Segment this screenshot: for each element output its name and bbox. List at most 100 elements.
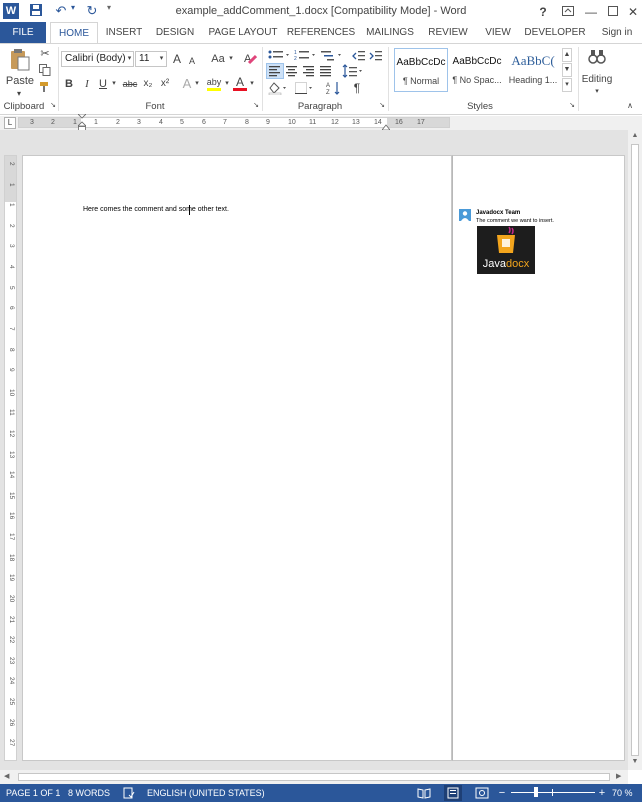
show-hide-marks-button[interactable]: ¶ xyxy=(350,80,364,96)
increase-indent-icon[interactable] xyxy=(369,49,383,63)
tab-design[interactable]: DESIGN xyxy=(150,22,200,44)
tab-insert[interactable]: INSERT xyxy=(100,22,148,44)
scroll-down-icon[interactable]: ▼ xyxy=(631,758,639,765)
right-indent-marker[interactable] xyxy=(381,121,391,131)
text-effects-dropdown-icon[interactable]: ▾ xyxy=(193,76,201,92)
vertical-scroll-thumb[interactable] xyxy=(631,144,639,756)
line-spacing-icon[interactable] xyxy=(342,64,364,78)
justify-icon[interactable] xyxy=(318,64,334,78)
ruler-number: 16 xyxy=(8,512,15,520)
restore-button[interactable] xyxy=(602,2,624,22)
tab-home[interactable]: HOME xyxy=(50,22,98,44)
format-painter-icon[interactable] xyxy=(38,81,52,97)
underline-dropdown-icon[interactable]: ▾ xyxy=(110,76,118,92)
scroll-left-icon[interactable]: ◀ xyxy=(4,772,12,780)
horizontal-scrollbar[interactable]: ◀ ▶ xyxy=(0,770,628,784)
subscript-button[interactable]: x₂ xyxy=(141,76,155,92)
numbering-icon[interactable]: 12 xyxy=(294,49,318,63)
highlight-dropdown-icon[interactable]: ▾ xyxy=(223,76,231,92)
print-layout-icon[interactable] xyxy=(444,785,462,801)
style-name: Heading 1... xyxy=(508,75,558,85)
ruler-number: 27 xyxy=(8,739,15,747)
horizontal-scroll-thumb[interactable] xyxy=(18,773,610,781)
text-effects-icon[interactable]: A xyxy=(181,76,193,92)
sign-in-link[interactable]: Sign in xyxy=(594,22,640,44)
paragraph-launcher-icon[interactable]: ↘ xyxy=(378,101,386,111)
tab-mailings[interactable]: MAILINGS xyxy=(362,22,418,44)
underline-button[interactable]: U xyxy=(97,76,109,92)
align-right-icon[interactable] xyxy=(301,64,317,78)
tab-selector-icon[interactable]: L xyxy=(4,117,16,129)
read-mode-icon[interactable] xyxy=(417,787,431,799)
grow-font-icon[interactable]: A xyxy=(171,51,183,67)
vertical-ruler[interactable]: 2 1 1 2 3 4 5 6 7 8 9 10 11 12 13 14 15 16 17 18 19 20 21 22 23 2… xyxy=(4,155,17,761)
shading-icon[interactable] xyxy=(268,81,290,96)
tab-developer[interactable]: DEVELOPER xyxy=(524,22,586,44)
copy-icon[interactable] xyxy=(38,64,52,80)
find-binoculars-icon[interactable] xyxy=(587,47,607,67)
paste-dropdown-icon[interactable]: ▾ xyxy=(14,86,24,102)
clipboard-launcher-icon[interactable]: ↘ xyxy=(49,101,57,111)
page-indicator[interactable]: PAGE 1 OF 1 xyxy=(6,784,60,802)
ruler-number: 4 xyxy=(8,265,15,269)
ruler-number: 11 xyxy=(309,119,317,126)
shrink-font-icon[interactable]: A xyxy=(187,53,197,69)
word-count[interactable]: 8 WORDS xyxy=(68,784,110,802)
paste-icon[interactable] xyxy=(9,48,31,72)
tab-view[interactable]: VIEW xyxy=(478,22,518,44)
style-normal[interactable]: AaBbCcDc ¶ Normal xyxy=(394,48,448,92)
strikethrough-button[interactable]: abc xyxy=(121,76,139,92)
font-size-dropdown-icon[interactable]: ▾ xyxy=(157,51,166,67)
styles-scroll-up-icon[interactable]: ▲ xyxy=(562,48,572,62)
scroll-right-icon[interactable]: ▶ xyxy=(616,772,624,780)
editing-dropdown-icon[interactable]: ▾ xyxy=(592,84,602,100)
zoom-out-button[interactable]: − xyxy=(497,784,507,802)
bold-button[interactable]: B xyxy=(63,76,75,92)
scroll-up-icon[interactable]: ▲ xyxy=(631,132,639,139)
font-name-combo[interactable]: Calibri (Body) xyxy=(61,51,134,67)
styles-launcher-icon[interactable]: ↘ xyxy=(568,101,576,111)
style-heading-1[interactable]: AaBbC( Heading 1... xyxy=(506,48,560,92)
document-page[interactable] xyxy=(22,155,452,761)
minimize-button[interactable]: — xyxy=(580,2,602,22)
zoom-in-button[interactable]: + xyxy=(597,784,607,802)
language-indicator[interactable]: ENGLISH (UNITED STATES) xyxy=(147,784,265,802)
style-no-spacing[interactable]: AaBbCcDc ¶ No Spac... xyxy=(450,48,504,92)
tab-review[interactable]: REVIEW xyxy=(424,22,472,44)
tab-page-layout[interactable]: PAGE LAYOUT xyxy=(205,22,281,44)
multilevel-list-icon[interactable] xyxy=(320,49,344,63)
ruler-number: 25 xyxy=(8,698,15,706)
styles-more-icon[interactable]: ▾ xyxy=(562,78,572,92)
superscript-button[interactable]: x² xyxy=(158,76,172,92)
vertical-scrollbar[interactable]: ▲ ▼ xyxy=(628,130,642,770)
tab-file[interactable]: FILE xyxy=(0,22,46,44)
change-case-icon[interactable]: Aa xyxy=(209,51,227,67)
web-layout-icon[interactable] xyxy=(475,787,489,799)
align-center-icon[interactable] xyxy=(284,64,300,78)
ribbon-display-options-icon[interactable] xyxy=(557,2,579,22)
comment-author-avatar xyxy=(459,209,471,221)
document-body-text[interactable]: Here comes the comment and some other te… xyxy=(83,206,229,213)
borders-icon[interactable] xyxy=(294,81,316,95)
collapse-ribbon-icon[interactable]: ∧ xyxy=(624,101,636,111)
zoom-slider-track[interactable] xyxy=(511,787,595,797)
bullets-icon[interactable] xyxy=(268,49,292,63)
font-name-dropdown-icon[interactable]: ▾ xyxy=(125,51,134,67)
decrease-indent-icon[interactable] xyxy=(352,49,366,63)
zoom-level[interactable]: 70 % xyxy=(612,784,633,802)
italic-button[interactable]: I xyxy=(81,76,93,92)
styles-scroll-down-icon[interactable]: ▼ xyxy=(562,63,572,77)
cut-icon[interactable]: ✂ xyxy=(38,46,52,62)
font-color-dropdown-icon[interactable]: ▾ xyxy=(248,76,256,92)
close-button[interactable]: ✕ xyxy=(622,2,642,22)
change-case-dropdown-icon[interactable]: ▾ xyxy=(227,51,235,67)
clear-formatting-icon[interactable]: A xyxy=(242,51,258,67)
comment-text[interactable]: The comment we want to insert. xyxy=(476,218,554,224)
proofing-icon[interactable] xyxy=(123,787,135,799)
tab-references[interactable]: REFERENCES xyxy=(286,22,356,44)
help-button[interactable]: ? xyxy=(532,2,554,22)
zoom-slider-thumb[interactable] xyxy=(534,787,538,797)
sort-icon[interactable]: AZ xyxy=(326,81,342,96)
align-left-icon[interactable] xyxy=(266,63,284,79)
font-launcher-icon[interactable]: ↘ xyxy=(252,101,260,111)
